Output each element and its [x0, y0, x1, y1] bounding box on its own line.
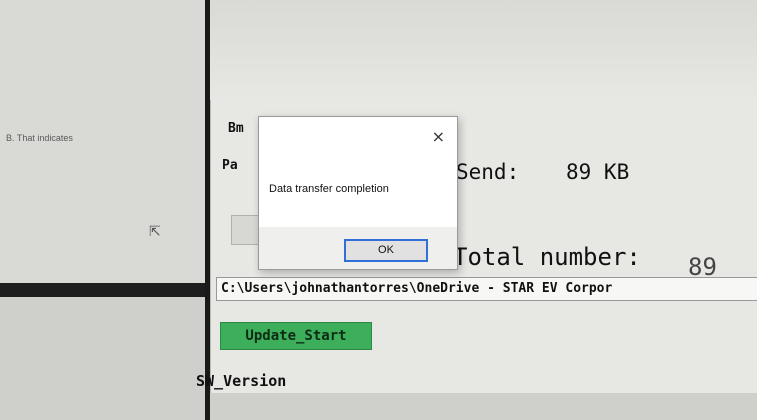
window-top-area: [210, 0, 757, 100]
send-value: 89 KB: [566, 160, 630, 184]
sw-version-label: SW_Version: [196, 372, 287, 390]
total-number-label: Total number:: [453, 243, 641, 271]
background-text: B. That indicates: [6, 133, 73, 143]
background-panel: [0, 297, 205, 420]
pa-label: Pa: [222, 158, 238, 173]
send-label: Send:: [456, 160, 520, 184]
hidden-button[interactable]: [231, 215, 261, 245]
file-path-field[interactable]: C:\Users\johnathantorres\OneDrive - STAR…: [216, 277, 757, 301]
bm-label: Bm: [228, 121, 244, 136]
ok-button[interactable]: OK: [344, 239, 428, 262]
background-window: B. That indicates ⇱: [0, 0, 205, 420]
close-icon[interactable]: ×: [432, 127, 445, 146]
transfer-complete-dialog: × Data transfer completion OK: [258, 116, 458, 270]
mouse-cursor-icon: ⇱: [149, 224, 161, 240]
update-start-button[interactable]: Update_Start: [220, 322, 372, 350]
divider-bar: [0, 283, 205, 297]
sw-version-panel: [210, 393, 757, 420]
dialog-message: Data transfer completion: [269, 183, 389, 195]
